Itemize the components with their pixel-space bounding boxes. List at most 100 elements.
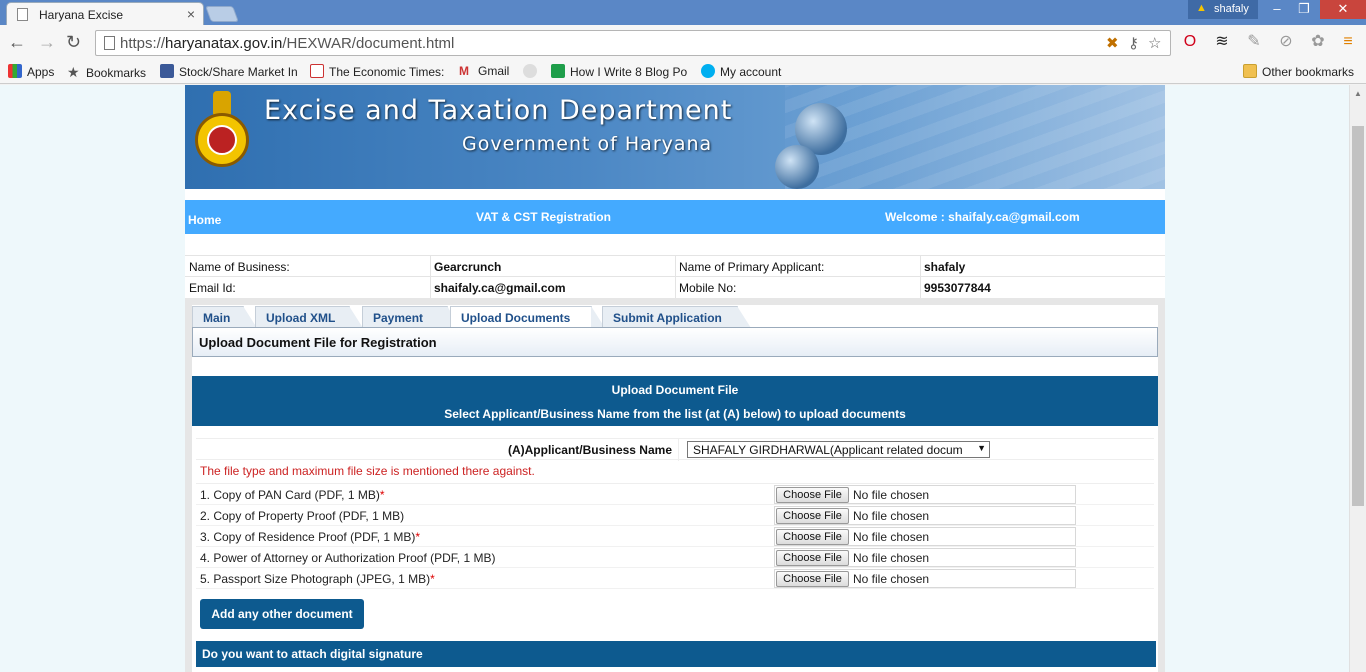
choose-file-button[interactable]: Choose File <box>776 508 849 524</box>
calculator-button-graphic <box>775 145 819 189</box>
applicant-select[interactable]: SHAFALY GIRDHARWAL(Applicant related doc… <box>687 441 990 458</box>
page-icon <box>104 36 115 50</box>
document-label: 3. Copy of Residence Proof (PDF, 1 MB)* <box>200 530 421 544</box>
department-title: Excise and Taxation Department <box>264 95 733 126</box>
bookmark-bookmarks[interactable]: ★ Bookmarks <box>67 64 146 80</box>
bookmark-blog[interactable]: How I Write 8 Blog Po <box>551 64 687 79</box>
choose-file-button[interactable]: Choose File <box>776 571 849 587</box>
settings-extension-icon[interactable]: ✿ <box>1308 32 1328 52</box>
file-input[interactable]: Choose File No file chosen <box>774 485 1076 504</box>
panel-title: Upload Document File for Registration <box>192 327 1158 357</box>
key-icon[interactable]: ⚷ <box>1128 34 1139 52</box>
tab-submit-application[interactable]: Submit Application <box>602 306 751 328</box>
back-icon[interactable]: ← <box>8 32 26 53</box>
tab-main[interactable]: Main <box>192 306 257 328</box>
government-subtitle: Government of Haryana <box>462 133 713 155</box>
document-row: 3. Copy of Residence Proof (PDF, 1 MB)* … <box>196 526 1154 547</box>
info-row: Email Id: shaifaly.ca@gmail.com Mobile N… <box>185 276 1165 298</box>
browser-tab[interactable]: Haryana Excise × <box>6 2 204 26</box>
file-size-note: The file type and maximum file size is m… <box>200 464 535 478</box>
haryana-emblem-logo <box>195 91 249 167</box>
tab-content: Main Upload XML Payment Upload Documents… <box>192 305 1158 672</box>
star-icon: ★ <box>67 64 80 80</box>
document-label: 2. Copy of Property Proof (PDF, 1 MB) <box>200 509 405 523</box>
file-status: No file chosen <box>853 488 930 502</box>
menu-icon[interactable]: ≡ <box>1338 32 1358 52</box>
applicant-label: Name of Primary Applicant: <box>679 260 825 274</box>
tab-close-icon[interactable]: × <box>187 6 195 22</box>
bookmark-apps[interactable]: Apps <box>8 64 54 79</box>
window-close-icon[interactable]: ✕ <box>1320 0 1366 19</box>
gmail-icon: M <box>459 64 469 78</box>
bookmark-other[interactable]: Other bookmarks <box>1243 64 1354 79</box>
reload-icon[interactable]: ↻ <box>66 32 81 53</box>
email-value: shaifaly.ca@gmail.com <box>434 281 566 295</box>
page-icon <box>17 8 28 21</box>
business-label: Name of Business: <box>189 260 290 274</box>
site-icon <box>523 64 537 78</box>
applicant-select-label: (A)Applicant/Business Name <box>507 443 672 457</box>
address-url[interactable]: https://haryanatax.gov.in/HEXWAR/documen… <box>120 35 454 52</box>
forward-icon[interactable]: → <box>38 32 56 53</box>
document-label: 5. Passport Size Photograph (JPEG, 1 MB)… <box>200 572 435 586</box>
file-status: No file chosen <box>853 530 930 544</box>
file-status: No file chosen <box>853 509 930 523</box>
bookmark-stock[interactable]: Stock/Share Market In <box>160 64 298 79</box>
section-title: VAT & CST Registration <box>476 210 611 224</box>
scroll-up-icon[interactable]: ▲ <box>1354 89 1362 98</box>
profile-badge[interactable]: ▲ shafaly <box>1188 0 1258 19</box>
upload-instruction: Select Applicant/Business Name from the … <box>444 407 906 421</box>
site-icon <box>160 64 174 78</box>
dropdown-arrow-icon: ▼ <box>977 443 986 453</box>
file-input[interactable]: Choose File No file chosen <box>774 506 1076 525</box>
registration-tabs-area: Main Upload XML Payment Upload Documents… <box>185 298 1165 672</box>
cookie-blocked-icon[interactable]: ✖ <box>1106 34 1119 52</box>
choose-file-button[interactable]: Choose File <box>776 550 849 566</box>
add-document-button[interactable]: Add any other document <box>200 599 364 629</box>
document-row: 4. Power of Attorney or Authorization Pr… <box>196 547 1154 568</box>
skype-icon <box>701 64 715 78</box>
tab-title: Haryana Excise <box>39 8 124 22</box>
tab-upload-documents[interactable]: Upload Documents <box>450 306 605 328</box>
bookmark-economic-times[interactable]: The Economic Times: <box>310 64 444 79</box>
new-tab-button[interactable] <box>205 6 239 22</box>
choose-file-button[interactable]: Choose File <box>776 529 849 545</box>
bookmark-gmail[interactable]: M Gmail <box>459 64 509 78</box>
scrollbar-thumb[interactable] <box>1352 126 1364 506</box>
bookmark-site[interactable] <box>523 64 542 79</box>
home-link[interactable]: Home <box>188 213 221 227</box>
main-nav-bar: Home VAT & CST Registration Welcome : sh… <box>185 200 1165 234</box>
document-label: 1. Copy of PAN Card (PDF, 1 MB)* <box>200 488 385 502</box>
document-list: 1. Copy of PAN Card (PDF, 1 MB)* Choose … <box>196 483 1154 589</box>
address-bar[interactable]: https://haryanatax.gov.in/HEXWAR/documen… <box>95 30 1171 56</box>
upload-heading: Upload Document File <box>611 383 739 397</box>
profile-name: shafaly <box>1214 3 1249 15</box>
file-input[interactable]: Choose File No file chosen <box>774 548 1076 567</box>
buffer-extension-icon[interactable]: ≋ <box>1212 32 1232 52</box>
bookmark-account[interactable]: My account <box>701 64 781 79</box>
choose-file-button[interactable]: Choose File <box>776 487 849 503</box>
tab-payment[interactable]: Payment <box>362 306 461 328</box>
file-input[interactable]: Choose File No file chosen <box>774 569 1076 588</box>
bookmark-star-icon[interactable]: ☆ <box>1148 34 1161 52</box>
quora-icon <box>551 64 565 78</box>
restore-icon[interactable]: ❐ <box>1291 0 1317 19</box>
folder-icon <box>1243 64 1257 78</box>
info-row: Name of Business: Gearcrunch Name of Pri… <box>185 255 1165 277</box>
mobile-label: Mobile No: <box>679 281 737 295</box>
email-label: Email Id: <box>189 281 236 295</box>
tab-upload-xml[interactable]: Upload XML <box>255 306 363 328</box>
sync-extension-icon[interactable]: ⊘ <box>1276 32 1296 52</box>
page-container: Excise and Taxation Department Governmen… <box>185 85 1165 672</box>
page-scrollbar[interactable]: ▲ <box>1349 85 1366 672</box>
minimize-icon[interactable]: – <box>1264 0 1290 19</box>
bookmarks-bar: Apps ★ Bookmarks Stock/Share Market In Th… <box>0 60 1366 84</box>
tools-extension-icon[interactable]: ✎ <box>1244 32 1264 52</box>
document-row: 5. Passport Size Photograph (JPEG, 1 MB)… <box>196 568 1154 589</box>
page-viewport: Excise and Taxation Department Governmen… <box>0 85 1349 672</box>
file-input[interactable]: Choose File No file chosen <box>774 527 1076 546</box>
opera-extension-icon[interactable]: O <box>1180 32 1200 52</box>
file-status: No file chosen <box>853 551 930 565</box>
digital-signature-heading: Do you want to attach digital signature <box>196 641 1156 667</box>
document-row: 2. Copy of Property Proof (PDF, 1 MB) Ch… <box>196 505 1154 526</box>
